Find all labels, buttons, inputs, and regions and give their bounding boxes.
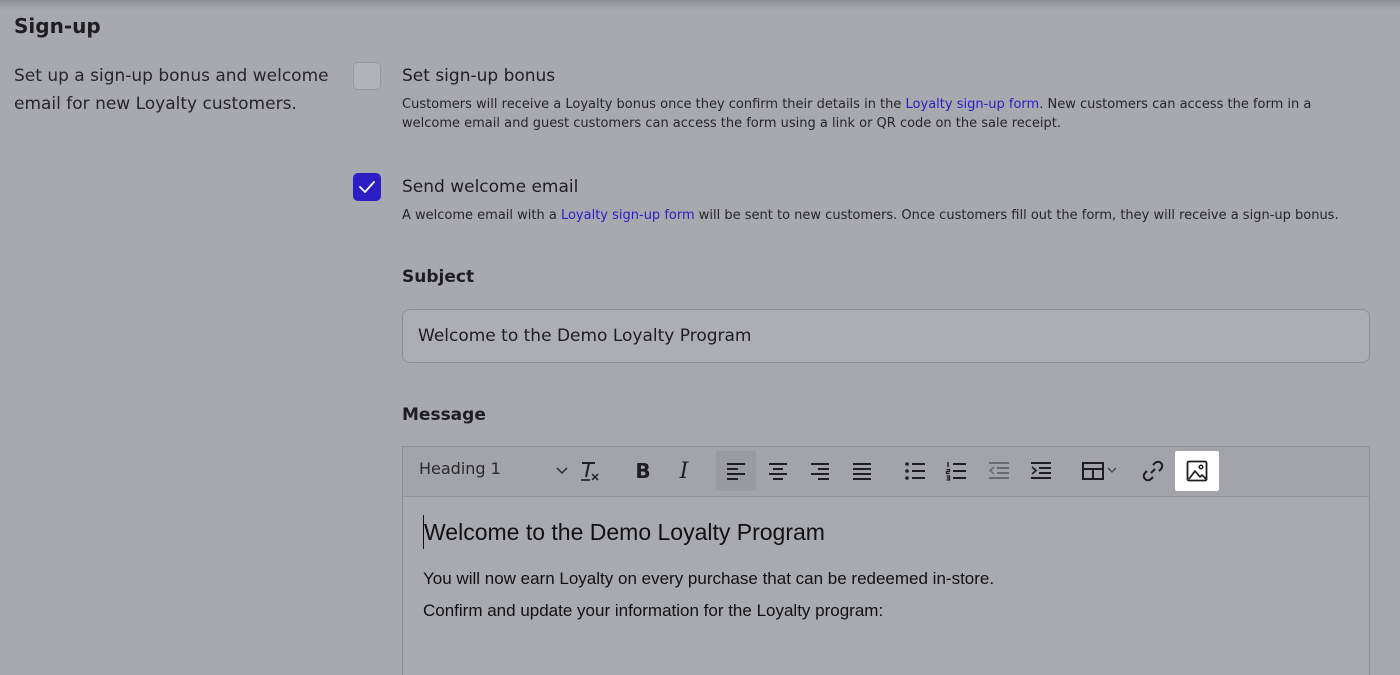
align-center-button[interactable] — [758, 451, 798, 491]
align-left-icon — [727, 463, 745, 480]
editor-content[interactable]: Welcome to the Demo Loyalty Program You … — [423, 515, 1343, 627]
numbered-list-icon — [945, 462, 966, 481]
align-justify-icon — [853, 463, 871, 480]
link-button[interactable] — [1133, 451, 1173, 491]
link-icon — [1142, 460, 1164, 482]
outdent-button[interactable] — [979, 451, 1019, 491]
clear-format-button[interactable] — [570, 451, 610, 491]
signup-bonus-label: Set sign-up bonus — [402, 66, 556, 86]
clear-format-icon — [581, 462, 599, 481]
subject-input[interactable] — [402, 309, 1370, 363]
indent-icon — [1031, 462, 1051, 479]
italic-button[interactable]: I — [664, 451, 704, 491]
bullet-list-icon — [905, 462, 925, 480]
align-center-icon — [769, 463, 787, 480]
message-heading: Welcome to the Demo Loyalty Program — [423, 515, 1343, 549]
align-left-button[interactable] — [716, 451, 756, 491]
welcome-email-description: A welcome email with a Loyalty sign-up f… — [402, 206, 1362, 225]
section-title: Sign-up — [14, 14, 101, 38]
align-justify-button[interactable] — [842, 451, 882, 491]
image-icon — [1186, 460, 1208, 482]
chevron-down-icon — [556, 467, 568, 475]
welcome-email-desc-before: A welcome email with a — [402, 208, 561, 223]
editor-toolbar: Heading 1 B I — [403, 447, 1369, 497]
italic-icon: I — [679, 458, 689, 484]
heading-select-value: Heading 1 — [419, 459, 501, 478]
checkmark-icon — [359, 181, 375, 193]
bold-button[interactable]: B — [623, 451, 663, 491]
welcome-email-label: Send welcome email — [402, 177, 579, 197]
bold-icon: B — [635, 459, 651, 483]
outdent-icon — [988, 462, 1009, 479]
align-right-button[interactable] — [800, 451, 840, 491]
welcome-email-desc-after: will be sent to new customers. Once cust… — [694, 208, 1339, 223]
welcome-signup-form-link[interactable]: Loyalty sign-up form — [561, 208, 695, 223]
top-shade — [0, 0, 1400, 10]
welcome-email-checkbox[interactable] — [353, 173, 381, 201]
heading-select[interactable]: Heading 1 — [419, 459, 569, 485]
align-right-icon — [811, 463, 829, 480]
numbered-list-button[interactable] — [936, 451, 976, 491]
section-description: Set up a sign-up bonus and welcome email… — [14, 66, 329, 114]
table-button[interactable] — [1077, 451, 1125, 491]
subject-label: Subject — [402, 267, 475, 287]
indent-button[interactable] — [1021, 451, 1061, 491]
signup-bonus-checkbox[interactable] — [353, 62, 381, 90]
signup-bonus-description: Customers will receive a Loyalty bonus o… — [402, 95, 1362, 133]
signup-bonus-desc-before: Customers will receive a Loyalty bonus o… — [402, 97, 906, 112]
message-paragraph-1: You will now earn Loyalty on every purch… — [423, 569, 995, 588]
signup-form-link[interactable]: Loyalty sign-up form — [906, 97, 1040, 112]
insert-image-button[interactable] — [1175, 451, 1219, 491]
message-label: Message — [402, 405, 486, 425]
message-editor[interactable]: Heading 1 B I Welcome to the Demo Loyalt… — [402, 446, 1370, 675]
message-paragraph-2: Confirm and update your information for … — [423, 601, 884, 620]
table-icon — [1082, 462, 1117, 480]
bullet-list-button[interactable] — [895, 451, 935, 491]
